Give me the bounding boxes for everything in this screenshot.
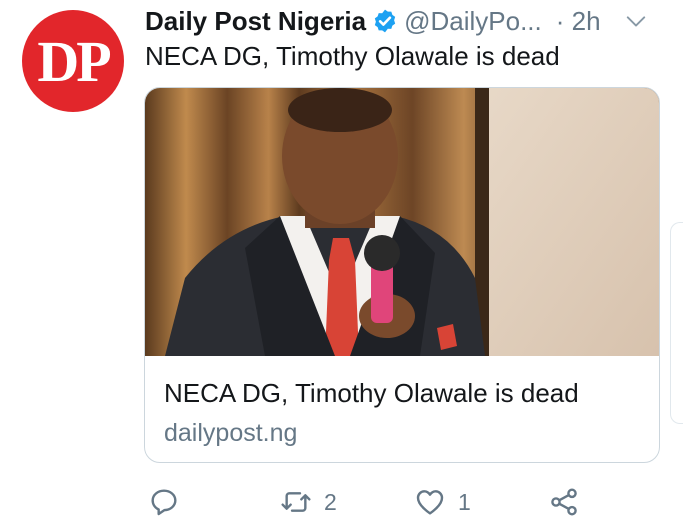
avatar-logo-text: DP xyxy=(37,29,111,94)
tweet-actions: 2 1 xyxy=(0,480,683,526)
card-domain[interactable]: dailypost.ng xyxy=(164,419,297,448)
verified-badge-icon xyxy=(374,9,396,33)
link-card[interactable]: NECA DG, Timothy Olawale is dead dailypo… xyxy=(144,87,660,463)
retweet-button[interactable]: 2 xyxy=(280,486,337,518)
timestamp[interactable]: · 2h xyxy=(556,6,601,37)
retweet-count: 2 xyxy=(324,488,337,515)
share-icon xyxy=(551,488,577,516)
display-name[interactable]: Daily Post Nigeria xyxy=(145,6,366,37)
card-image[interactable] xyxy=(145,88,659,356)
avatar[interactable]: DP xyxy=(22,10,124,112)
card-title[interactable]: NECA DG, Timothy Olawale is dead xyxy=(164,378,579,409)
user-handle[interactable]: @DailyPo... xyxy=(404,6,542,37)
tweet-header: Daily Post Nigeria @DailyPo... · 2h xyxy=(145,4,663,38)
like-button[interactable]: 1 xyxy=(414,486,471,518)
tweet-text: NECA DG, Timothy Olawale is dead xyxy=(145,41,560,71)
adjacent-panel-edge xyxy=(670,222,683,424)
reply-button[interactable] xyxy=(148,486,180,518)
chevron-down-icon[interactable] xyxy=(625,10,647,32)
share-button[interactable] xyxy=(548,486,580,518)
reply-icon xyxy=(151,489,177,516)
retweet-icon xyxy=(281,492,311,512)
heart-icon xyxy=(416,490,444,515)
like-count: 1 xyxy=(458,488,471,515)
